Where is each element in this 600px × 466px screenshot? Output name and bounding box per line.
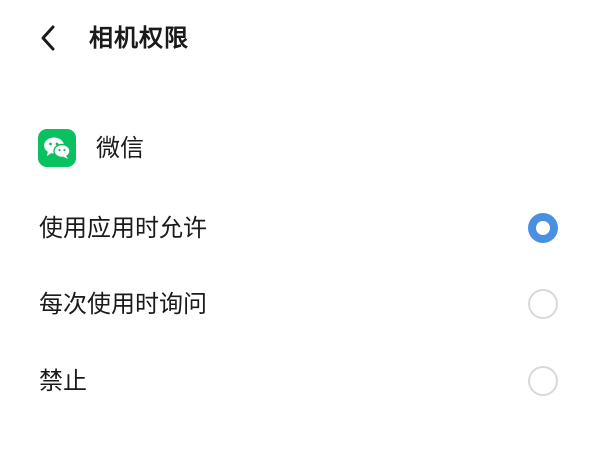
option-label: 使用应用时允许 <box>39 214 207 242</box>
header: 相机权限 <box>0 0 600 76</box>
option-label: 每次使用时询问 <box>39 290 207 318</box>
app-name: 微信 <box>96 134 144 162</box>
option-ask-every-time[interactable]: 每次使用时询问 <box>0 274 600 334</box>
option-label: 禁止 <box>39 367 87 395</box>
radio-unselected[interactable] <box>528 366 558 396</box>
page-title: 相机权限 <box>89 24 189 52</box>
radio-selected[interactable] <box>528 213 558 243</box>
back-button[interactable] <box>30 20 66 56</box>
option-allow-while-using[interactable]: 使用应用时允许 <box>0 198 600 258</box>
radio-unselected[interactable] <box>528 289 558 319</box>
option-deny[interactable]: 禁止 <box>0 351 600 411</box>
wechat-icon <box>38 129 76 167</box>
camera-permission-screen: 相机权限 微信 使用应用时允许 每次使用时询问 禁止 <box>0 0 600 466</box>
app-info: 微信 <box>38 128 144 168</box>
chevron-left-icon <box>41 25 55 51</box>
